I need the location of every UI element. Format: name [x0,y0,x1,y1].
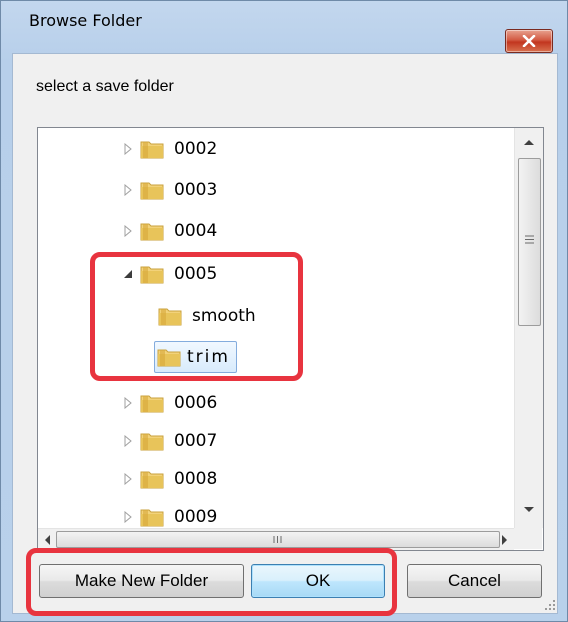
title-bar[interactable]: Browse Folder [1,1,567,53]
tree-item-0004[interactable]: 0004 [122,216,217,246]
scroll-up-arrow-icon[interactable] [523,138,535,146]
scrollbar-corner [514,528,542,549]
folder-icon [140,141,164,159]
folder-icon [140,433,164,451]
dialog-title: Browse Folder [29,11,142,30]
annotation-highlight-tree [90,252,303,381]
expand-arrow-icon[interactable] [122,184,134,196]
expand-arrow-icon[interactable] [122,435,134,447]
folder-icon [140,471,164,489]
tree-item-0003[interactable]: 0003 [122,175,217,205]
grip-lines-icon [273,536,282,543]
tree-item-label: 0008 [174,469,218,489]
close-button[interactable] [505,29,553,53]
scroll-down-arrow-icon[interactable] [523,506,535,514]
scroll-left-arrow-icon[interactable] [43,534,51,546]
tree-item-0008[interactable]: 0008 [122,464,217,494]
tree-item-0002[interactable]: 0002 [122,134,217,164]
expand-arrow-icon[interactable] [122,397,134,409]
tree-item-label: 0002 [174,139,218,159]
vertical-scroll-thumb[interactable] [518,158,541,326]
horizontal-scroll-thumb[interactable] [56,531,500,548]
tree-item-label: 0003 [174,180,218,200]
folder-icon [140,509,164,527]
annotation-highlight-buttons [26,548,397,616]
folder-icon [140,395,164,413]
tree-item-0006[interactable]: 0006 [122,388,217,418]
close-x-icon [522,35,536,47]
tree-item-0007[interactable]: 0007 [122,426,217,456]
scroll-right-arrow-icon[interactable] [501,534,509,546]
vertical-scrollbar[interactable] [514,128,543,528]
tree-item-label: 0009 [174,507,218,527]
expand-arrow-icon[interactable] [122,225,134,237]
folder-icon [140,182,164,200]
horizontal-scrollbar[interactable] [38,528,514,550]
prompt-text: select a save folder [36,78,174,95]
resize-grip-icon[interactable] [542,597,556,611]
tree-item-label: 0006 [174,393,218,413]
tree-item-label: 0007 [174,431,218,451]
expand-arrow-icon[interactable] [122,143,134,155]
tree-item-label: 0004 [174,221,218,241]
grip-lines-icon [525,235,534,244]
expand-arrow-icon[interactable] [122,473,134,485]
folder-icon [140,223,164,241]
expand-arrow-icon[interactable] [122,511,134,523]
cancel-button[interactable]: Cancel [407,564,542,598]
